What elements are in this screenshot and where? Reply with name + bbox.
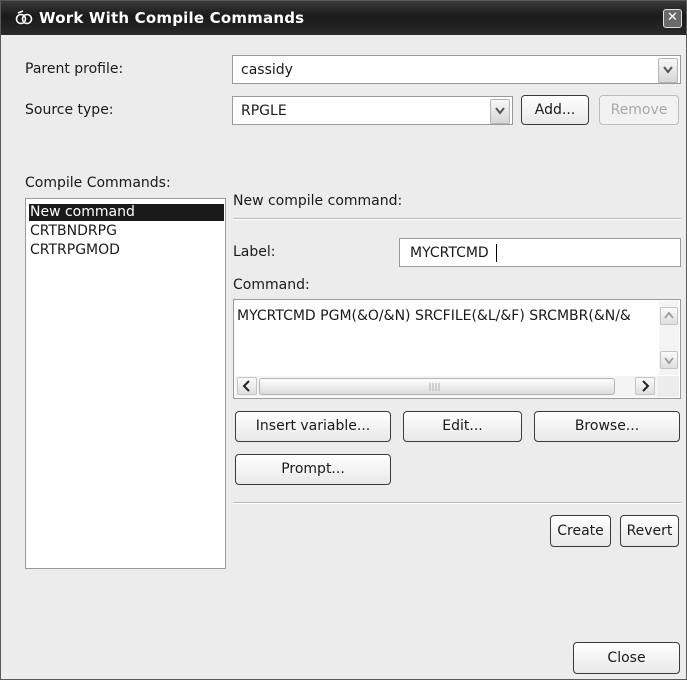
list-item-crtrpgmod[interactable]: CRTRPGMOD: [30, 242, 120, 259]
chevron-down-icon[interactable]: [490, 99, 510, 124]
list-item-new-command[interactable]: New command: [29, 204, 224, 221]
list-item-crtbndrpg[interactable]: CRTBNDRPG: [30, 223, 117, 240]
scroll-down-icon[interactable]: [660, 351, 678, 369]
close-window-button[interactable]: ✕: [663, 9, 682, 28]
edit-button[interactable]: Edit...: [403, 411, 522, 442]
scroll-right-icon[interactable]: [635, 377, 655, 395]
divider: [233, 218, 681, 220]
parent-profile-label: Parent profile:: [25, 61, 124, 77]
prompt-button[interactable]: Prompt...: [235, 454, 391, 485]
parent-profile-value: cassidy: [241, 62, 293, 78]
compile-commands-list[interactable]: New command CRTBNDRPG CRTRPGMOD: [25, 198, 226, 569]
insert-variable-button[interactable]: Insert variable...: [235, 411, 391, 442]
source-type-label: Source type:: [25, 102, 114, 118]
divider: [233, 502, 681, 504]
vertical-scrollbar[interactable]: [659, 301, 679, 375]
remove-button: Remove: [599, 95, 679, 125]
scroll-thumb[interactable]: [259, 378, 615, 395]
label-input[interactable]: MYCRTCMD: [399, 238, 681, 267]
command-textarea[interactable]: MYCRTCMD PGM(&O/&N) SRCFILE(&L/&F) SRCMB…: [233, 299, 681, 399]
close-button[interactable]: Close: [573, 642, 680, 674]
label-caption: Label:: [233, 244, 276, 260]
scroll-left-icon[interactable]: [237, 377, 257, 395]
new-compile-command-heading: New compile command:: [233, 193, 403, 209]
scroll-corner: [658, 376, 679, 397]
create-button[interactable]: Create: [550, 515, 611, 547]
add-button[interactable]: Add...: [521, 95, 589, 125]
command-caption: Command:: [233, 277, 310, 293]
compile-commands-icon: [15, 10, 33, 26]
horizontal-scrollbar[interactable]: [235, 376, 659, 397]
command-text: MYCRTCMD PGM(&O/&N) SRCFILE(&L/&F) SRCMB…: [237, 308, 631, 324]
parent-profile-select[interactable]: cassidy: [232, 55, 681, 84]
source-type-value: RPGLE: [241, 103, 287, 119]
browse-button[interactable]: Browse...: [534, 411, 680, 442]
revert-button[interactable]: Revert: [620, 515, 679, 547]
dialog-title: Work With Compile Commands: [39, 9, 305, 27]
scroll-up-icon[interactable]: [660, 307, 678, 325]
chevron-down-icon[interactable]: [658, 58, 678, 83]
text-caret: [496, 244, 497, 262]
compile-commands-dialog: Work With Compile Commands ✕ Parent prof…: [0, 0, 687, 680]
compile-commands-label: Compile Commands:: [25, 175, 171, 191]
source-type-select[interactable]: RPGLE: [232, 96, 513, 125]
label-input-value: MYCRTCMD: [410, 245, 489, 261]
title-bar[interactable]: Work With Compile Commands ✕: [1, 1, 686, 35]
